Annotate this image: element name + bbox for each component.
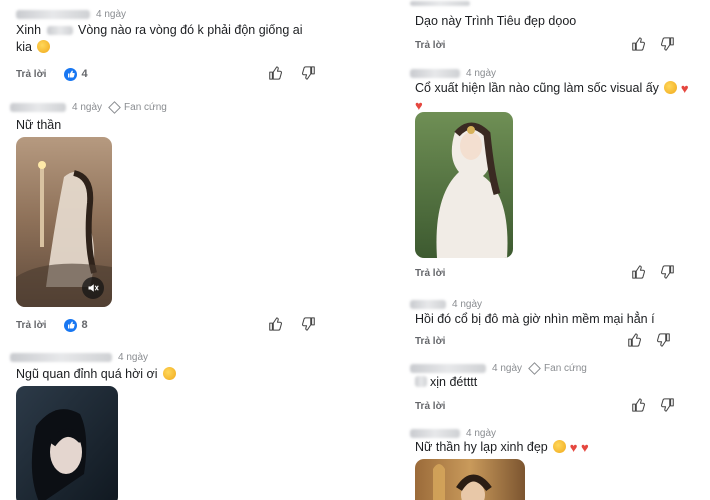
pleading-emoji-icon	[664, 81, 678, 94]
reply-button[interactable]: Trả lời	[16, 320, 46, 331]
crying-emoji-icon	[162, 367, 176, 380]
blurred-word	[415, 376, 427, 387]
comment-time: 4 ngày	[466, 67, 497, 79]
author-name[interactable]	[410, 299, 446, 309]
author-name[interactable]	[410, 363, 486, 373]
comment: 4 ngày Fan cứng	[10, 100, 330, 114]
reply-button[interactable]: Trả lời	[415, 268, 445, 279]
comment-meta: 4 ngày Fan cứng	[410, 361, 710, 375]
thumbs-up-icon[interactable]	[631, 398, 645, 412]
comment-time: 4 ngày	[466, 427, 497, 439]
comment-actions: Trả lời 4	[16, 66, 336, 82]
thumbs-up-icon[interactable]	[268, 66, 282, 80]
like-count[interactable]: 4	[64, 67, 88, 81]
like-count[interactable]: 8	[64, 318, 88, 332]
comment-text: Ngũ quan đỉnh quá hời ơi	[16, 366, 316, 383]
author-name[interactable]	[10, 102, 66, 112]
comment-actions: Trả lời	[415, 37, 705, 53]
comment: 4 ngày	[410, 298, 710, 310]
thumbs-down-icon[interactable]	[302, 66, 316, 80]
reply-button[interactable]: Trả lời	[415, 40, 445, 51]
thumbs-up-icon[interactable]	[627, 333, 641, 347]
author-name-blur	[46, 26, 73, 35]
thumbs-down-icon[interactable]	[661, 265, 675, 279]
comment-time: 4 ngày	[96, 8, 127, 20]
comment-time: 4 ngày	[72, 101, 103, 113]
diamond-icon	[108, 100, 121, 114]
comment-photo[interactable]	[415, 459, 525, 500]
comment-text: Nữ thần hy lạp xinh đẹp ♥ ♥	[415, 440, 589, 455]
comment-meta: 4 ngày	[10, 351, 330, 363]
comment-text: Xinh Vòng nào ra vòng đó k phải độn giốn…	[16, 22, 316, 56]
comment-actions: Trả lời	[415, 265, 705, 281]
comment-actions: Trả lời	[415, 398, 705, 414]
like-badge-icon	[64, 318, 78, 332]
comment-video-thumbnail[interactable]	[16, 137, 112, 307]
comment-meta: 4 ngày	[16, 8, 336, 20]
laughing-emoji-icon	[37, 40, 51, 53]
comment-text: Hồi đó cổ bị đô mà giờ nhìn mềm mại hẳn …	[415, 312, 655, 326]
comment-photo[interactable]	[415, 112, 513, 258]
comment-text: Dạo này Trình Tiêu đẹp dọoo	[415, 14, 577, 28]
comment-meta: 4 ngày	[410, 427, 710, 439]
reply-button[interactable]: Trả lời	[16, 69, 46, 80]
comment-time: 4 ngày	[452, 298, 483, 310]
author-name[interactable]	[16, 9, 90, 19]
heart-icon: ♥	[569, 440, 578, 455]
thumbs-down-icon[interactable]	[661, 37, 675, 51]
heart-icon: ♥	[680, 81, 689, 96]
comment: 4 ngày	[16, 8, 336, 20]
author-name[interactable]	[410, 0, 470, 6]
comment-actions: Trả lời 8	[16, 317, 336, 333]
like-badge-icon	[64, 67, 78, 81]
comment: 4 ngày	[10, 351, 330, 363]
fan-badge: Fan cứng	[528, 361, 587, 375]
thumbs-up-icon[interactable]	[631, 37, 645, 51]
comment-time: 4 ngày	[492, 362, 523, 374]
comment-meta	[410, 0, 710, 6]
author-name[interactable]	[10, 352, 112, 362]
comment-time: 4 ngày	[118, 351, 149, 363]
fan-badge: Fan cứng	[108, 100, 167, 114]
left-comment-column: 4 ngày Xinh Vòng nào ra vòng đó k phải đ…	[0, 0, 355, 500]
heart-icon: ♥	[415, 98, 423, 113]
comment-meta: 4 ngày	[410, 67, 710, 79]
thumbs-up-icon[interactable]	[631, 265, 645, 279]
thumbs-down-icon[interactable]	[661, 398, 675, 412]
comment-text: Cổ xuất hiện lần nào cũng làm sốc visual…	[415, 81, 689, 113]
speaker-mute-icon[interactable]	[82, 277, 104, 299]
comment-photo[interactable]	[16, 386, 118, 500]
comment: 4 ngày Fan cứng	[410, 361, 710, 375]
author-name-visible[interactable]: Xinh	[16, 23, 41, 37]
reply-button[interactable]: Trả lời	[415, 401, 445, 412]
thumbs-down-icon[interactable]	[302, 317, 316, 331]
diamond-icon	[528, 361, 541, 375]
comment-actions: Trả lời	[415, 333, 705, 349]
comment: 4 ngày	[410, 67, 710, 79]
comment-text: xịn đétttt	[415, 374, 697, 391]
comment-meta: 4 ngày	[410, 298, 710, 310]
comment-text: Nữ thần	[16, 118, 62, 132]
comment: 4 ngày	[410, 427, 710, 439]
comment-meta: 4 ngày Fan cứng	[10, 100, 330, 114]
heart-eyes-emoji-icon	[553, 440, 567, 453]
author-name[interactable]	[410, 68, 460, 78]
thumbs-down-icon[interactable]	[657, 333, 671, 347]
author-name[interactable]	[410, 428, 460, 438]
thumbs-up-icon[interactable]	[268, 317, 282, 331]
right-comment-column: Dạo này Trình Tiêu đẹp dọoo Trả lời 4 ng…	[355, 0, 710, 500]
reply-button[interactable]: Trả lời	[415, 336, 445, 347]
heart-icon: ♥	[580, 440, 589, 455]
comment	[410, 0, 710, 6]
